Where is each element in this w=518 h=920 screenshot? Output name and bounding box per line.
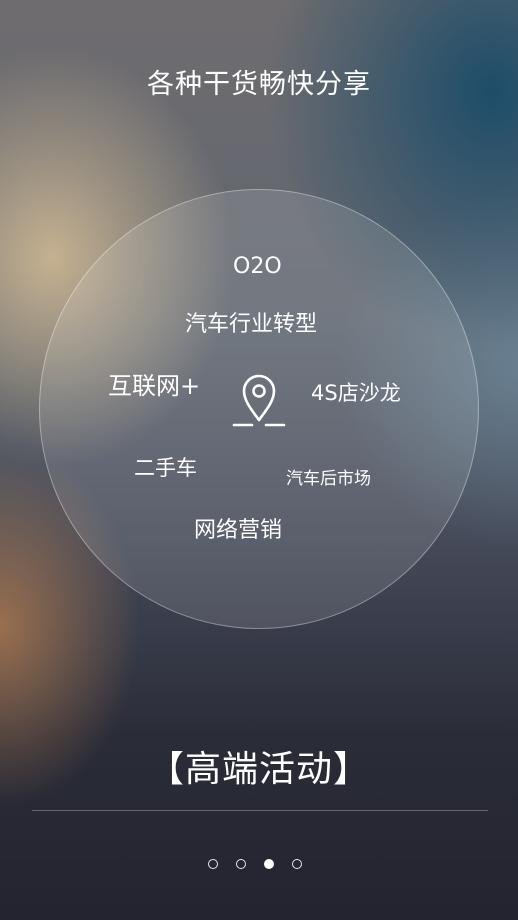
page-dot-active[interactable] (264, 859, 274, 869)
tag-internet-plus: 互联网+ (108, 372, 201, 400)
page-dot[interactable] (236, 859, 246, 869)
divider (32, 810, 488, 811)
tag-online-marketing: 网络营销 (194, 518, 283, 543)
page-dot[interactable] (208, 859, 218, 869)
tag-o2o: O2O (233, 254, 282, 279)
tag-4s-salon: 4S店沙龙 (311, 381, 401, 405)
tag-used-car: 二手车 (134, 456, 197, 480)
event-banner-title: 【高端活动】 (147, 749, 370, 790)
page-title: 各种干货畅快分享 (147, 69, 371, 100)
page-indicator (208, 859, 302, 869)
page-dot[interactable] (292, 859, 302, 869)
tag-industry-transformation: 汽车行业转型 (185, 312, 318, 337)
location-pin-icon (232, 374, 286, 427)
tag-aftermarket: 汽车后市场 (286, 469, 371, 489)
